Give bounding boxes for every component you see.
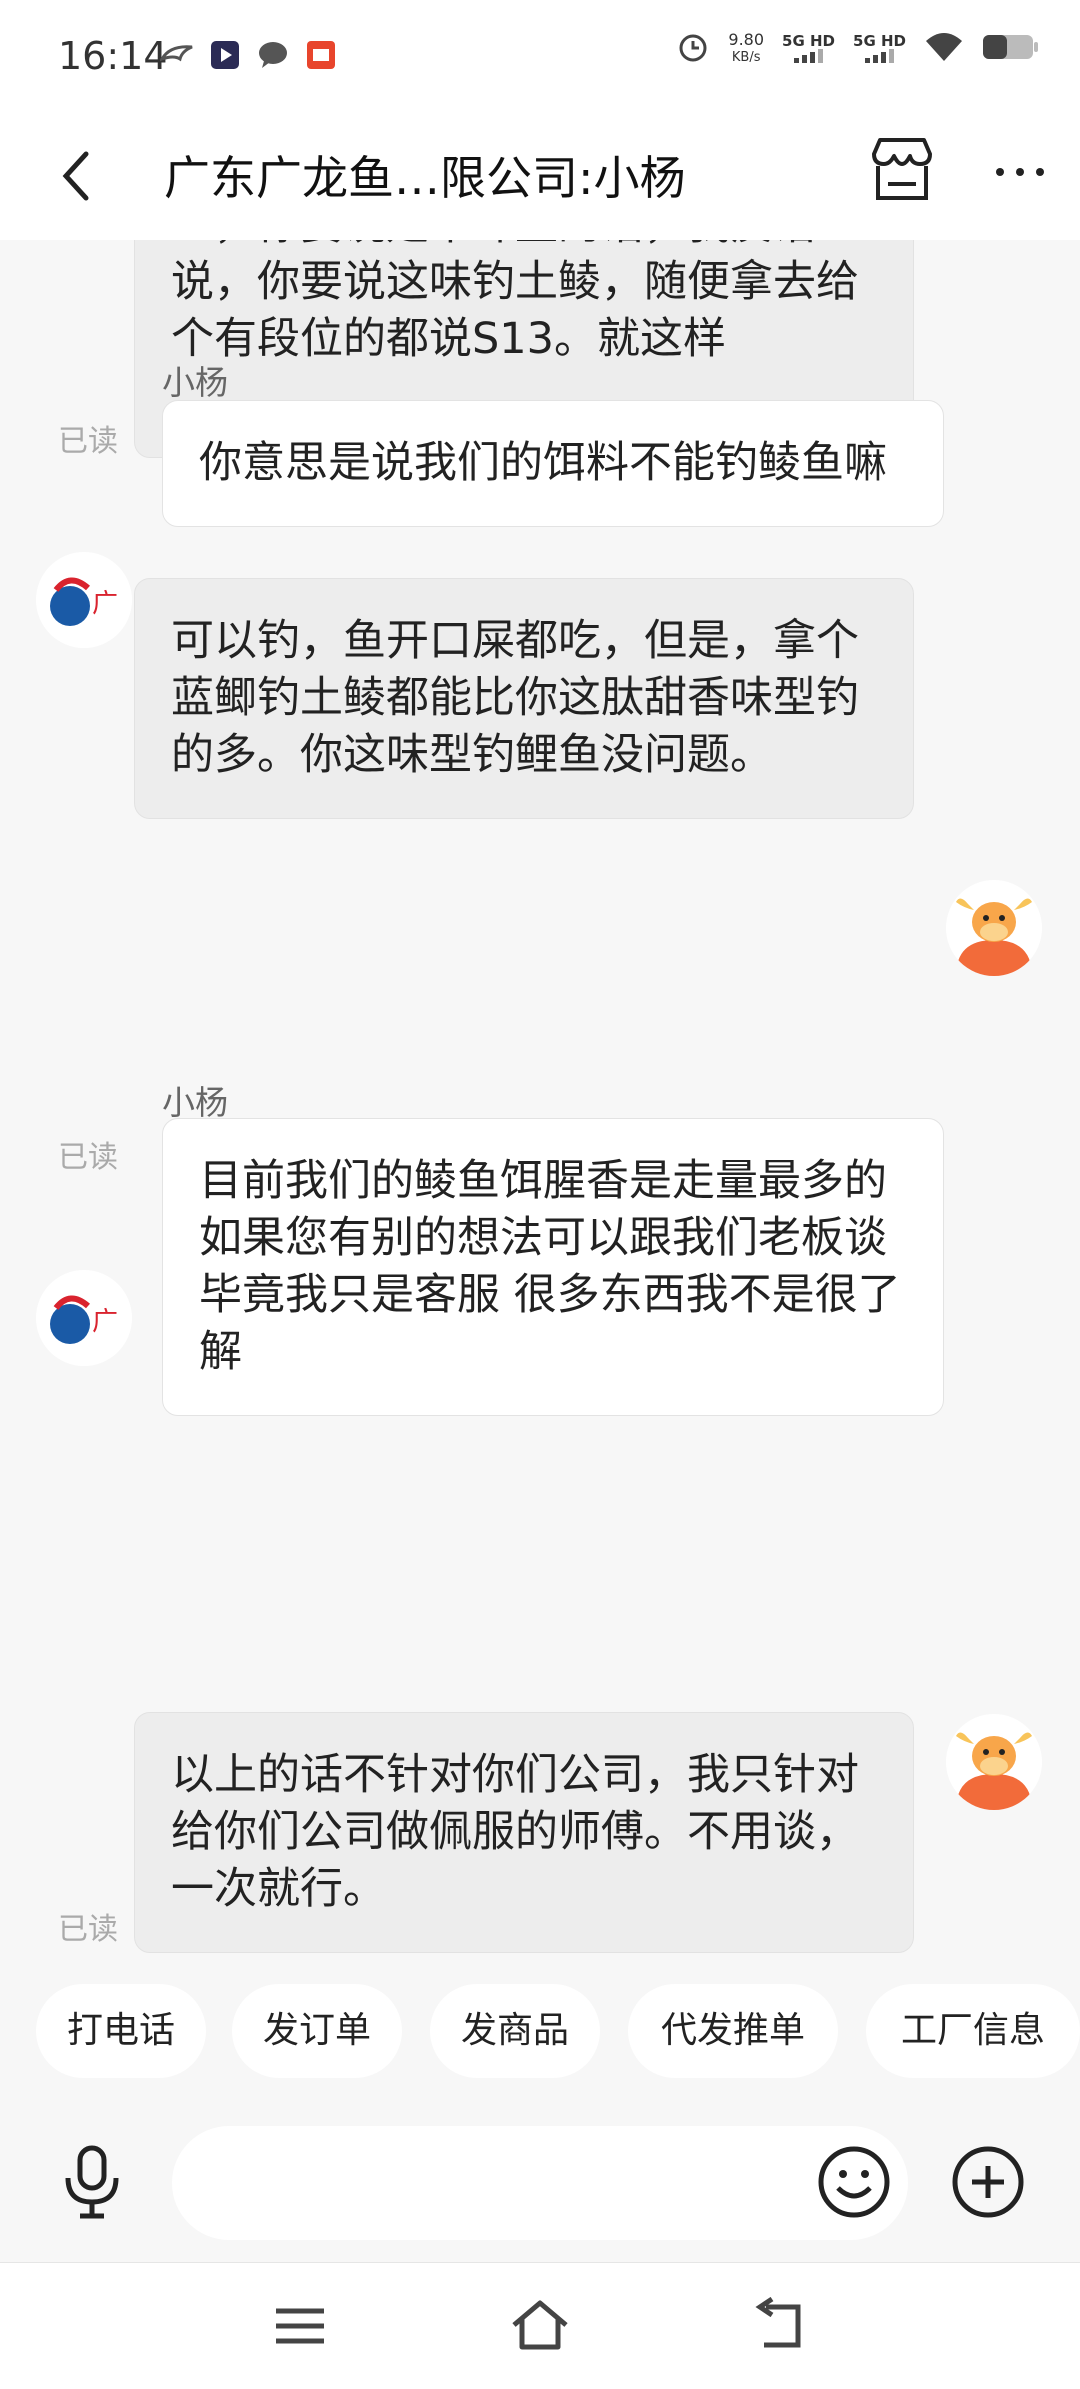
message-input[interactable] xyxy=(172,2126,908,2240)
back-arrow-icon xyxy=(755,2296,801,2348)
signal-bars-icon xyxy=(793,48,823,63)
alarm-icon xyxy=(676,30,710,68)
emoji-button[interactable] xyxy=(816,2144,892,2220)
dropship-order-button[interactable]: 代发推单 xyxy=(628,1984,838,2078)
plus-button[interactable] xyxy=(950,2144,1026,2220)
read-receipt: 已读 xyxy=(58,424,118,459)
signal-bars-icon xyxy=(864,48,894,63)
video-app-icon xyxy=(208,38,242,72)
signal-2: 5G HD xyxy=(853,33,906,66)
message-text: 目前我们的鲮鱼饵腥香是走量最多的 如果您有别的想法可以跟我们老板谈 毕竟我只是客… xyxy=(199,1156,901,1377)
chat-title: 广东广龙鱼…限公司:小杨 xyxy=(164,151,686,205)
message-text: 可以钓，鱼开口屎都吃，但是，拿个蓝鲫钓土鲮都能比你这肽甜香味型钓的多。你这味型钓… xyxy=(171,616,859,780)
sender-name: 小杨 xyxy=(162,363,228,402)
battery-icon xyxy=(982,33,1040,65)
status-app-icons xyxy=(160,38,338,72)
read-receipt: 已读 xyxy=(58,1140,118,1175)
more-dots-icon xyxy=(996,168,1044,176)
bird-icon xyxy=(160,38,194,72)
network-speed: 9.80 KB/s xyxy=(728,31,764,67)
bull-avatar-icon xyxy=(946,880,1042,976)
bull-avatar-icon xyxy=(946,1714,1042,1810)
status-time: 16:14 xyxy=(58,34,168,78)
message-icon xyxy=(256,38,290,72)
microphone-icon xyxy=(65,2145,119,2219)
wifi-icon xyxy=(924,31,964,67)
nav-back-button[interactable] xyxy=(750,2296,810,2353)
chat-message-list[interactable]: 工，你要说是中味型的话，我反话说，你要说这味钓土鲮，随便拿去给个有段位的都说S1… xyxy=(0,240,1080,1955)
avatar[interactable] xyxy=(946,1714,1042,1810)
read-receipt: 已读 xyxy=(58,1912,118,1947)
message-text: 你意思是说我们的饵料不能钓鲮鱼嘛 xyxy=(199,438,887,488)
message-bubble-incoming[interactable]: 目前我们的鲮鱼饵腥香是走量最多的 如果您有别的想法可以跟我们老板谈 毕竟我只是客… xyxy=(162,1118,944,1416)
svg-text:广: 广 xyxy=(92,1307,118,1337)
sender-name: 小杨 xyxy=(162,1083,228,1122)
call-button[interactable]: 打电话 xyxy=(36,1984,206,2078)
smiley-icon xyxy=(818,2146,890,2218)
voice-button[interactable] xyxy=(52,2142,132,2222)
send-product-button[interactable]: 发商品 xyxy=(430,1984,600,2078)
send-order-button[interactable]: 发订单 xyxy=(232,1984,402,2078)
plus-circle-icon xyxy=(952,2146,1024,2218)
recent-apps-button[interactable] xyxy=(270,2301,330,2351)
quick-action-bar: 打电话 发订单 发商品 代发推单 工厂信息 xyxy=(0,1968,1080,2078)
more-button[interactable] xyxy=(990,152,1050,192)
signal-2-label: 5G HD xyxy=(853,31,906,50)
message-text: 工，你要说是中味型的话，我反话说，你要说这味钓土鲮，随便拿去给个有段位的都说S1… xyxy=(171,240,859,364)
signal-1-label: 5G HD xyxy=(782,31,836,50)
status-bar: 16:14 9.80 KB/s 5G HD 5G HD xyxy=(0,0,1080,116)
svg-text:广: 广 xyxy=(92,589,118,619)
chevron-left-icon xyxy=(62,151,89,201)
speed-value: 9.80 xyxy=(728,30,765,49)
menu-icon xyxy=(276,2308,324,2344)
avatar[interactable] xyxy=(946,880,1042,976)
back-button[interactable] xyxy=(48,144,112,208)
company-logo-icon: 广 xyxy=(36,552,132,648)
system-nav-bar xyxy=(0,2262,1080,2389)
message-bubble-outgoing[interactable]: 以上的话不针对你们公司，我只针对给你们公司做佩服的师傅。不用谈，一次就行。 xyxy=(134,1712,914,1953)
home-icon xyxy=(512,2300,568,2350)
factory-info-button[interactable]: 工厂信息 xyxy=(866,1984,1080,2078)
message-bubble-incoming[interactable]: 你意思是说我们的饵料不能钓鲮鱼嘛 xyxy=(162,400,944,527)
chat-header: 广东广龙鱼…限公司:小杨 xyxy=(0,116,1080,240)
signal-1: 5G HD xyxy=(782,33,835,66)
shop-app-icon xyxy=(304,38,338,72)
message-bubble-outgoing[interactable]: 可以钓，鱼开口屎都吃，但是，拿个蓝鲫钓土鲮都能比你这肽甜香味型钓的多。你这味型钓… xyxy=(134,578,914,819)
speed-unit: KB/s xyxy=(731,50,761,65)
shop-button[interactable] xyxy=(866,134,938,206)
store-icon xyxy=(872,138,932,200)
company-logo-icon: 广 xyxy=(36,1270,132,1366)
home-button[interactable] xyxy=(508,2297,572,2353)
avatar[interactable]: 广 xyxy=(36,552,132,648)
status-right: 9.80 KB/s 5G HD 5G HD xyxy=(676,30,1040,68)
avatar[interactable]: 广 xyxy=(36,1270,132,1366)
input-bar xyxy=(0,2100,1080,2260)
message-text: 以上的话不针对你们公司，我只针对给你们公司做佩服的师傅。不用谈，一次就行。 xyxy=(171,1750,859,1914)
